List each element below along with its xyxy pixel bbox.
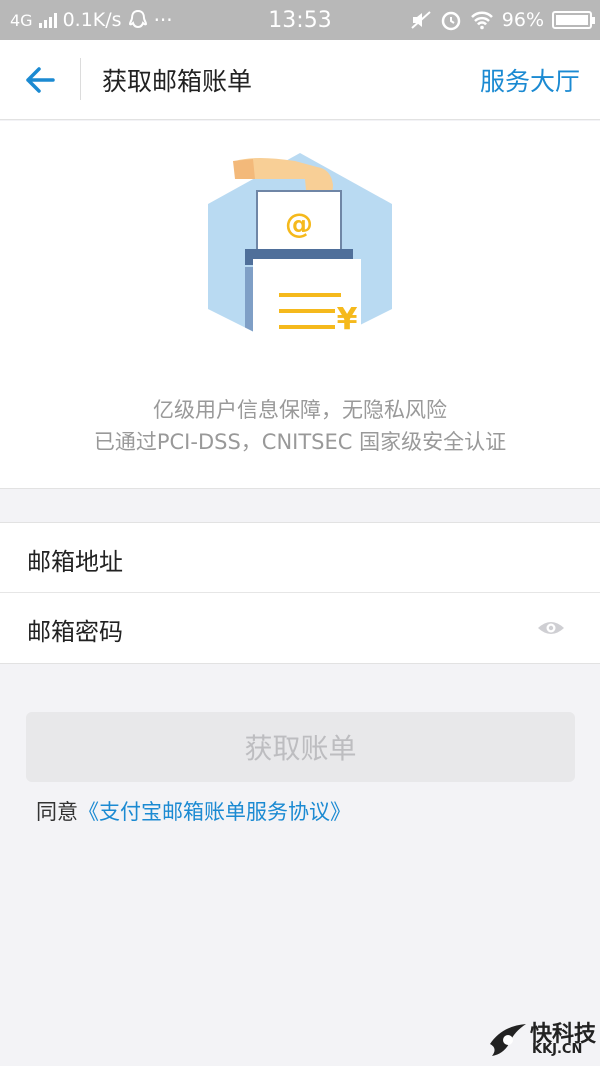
mute-icon [411, 11, 431, 29]
back-arrow-icon [26, 67, 55, 93]
email-row: 邮箱地址 [0, 523, 600, 593]
login-form: 邮箱地址 邮箱密码 [0, 522, 600, 664]
show-password-eye-icon[interactable] [536, 617, 566, 639]
page-title: 获取邮箱账单 [102, 67, 253, 96]
status-bar: 4G 0.1K/s ··· 13:53 96% [0, 0, 600, 40]
security-tagline-1: 亿级用户信息保障，无隐私风险 [153, 398, 447, 422]
svg-text:¥: ¥ [337, 302, 358, 337]
status-right: 96% [410, 0, 595, 40]
password-field[interactable] [180, 605, 520, 651]
watermark: 快科技 KKJ.CN [488, 1016, 598, 1062]
back-button[interactable] [18, 60, 62, 100]
agreement-line: 同意《支付宝邮箱账单服务协议》 [36, 796, 351, 826]
svg-text:@: @ [285, 207, 313, 240]
security-tagline-2: 已通过PCI-DSS，CNITSEC 国家级安全认证 [93, 430, 507, 454]
password-row: 邮箱密码 [0, 593, 600, 663]
hero-section: @ ¥ 亿级用户信息保障，无隐私风险 已通过PCI-DSS，CNITSEC 国家… [0, 121, 600, 489]
agreement-prefix: 同意 [36, 800, 78, 824]
nav-bar: 获取邮箱账单 服务大厅 [0, 40, 600, 120]
email-label: 邮箱地址 [27, 548, 123, 576]
agreement-link[interactable]: 《支付宝邮箱账单服务协议》 [78, 800, 351, 824]
battery-percent: 96% [501, 9, 544, 31]
nav-divider [80, 58, 81, 100]
email-bill-illustration: @ ¥ [208, 153, 392, 356]
get-bill-button[interactable]: 获取账单 [26, 712, 575, 782]
kkj-logo-icon [490, 1024, 526, 1056]
envelope-at-icon: @ [256, 190, 342, 252]
password-label: 邮箱密码 [27, 618, 123, 646]
watermark-domain: KKJ.CN [532, 1042, 583, 1057]
battery-icon [552, 11, 595, 29]
service-hall-link[interactable]: 服务大厅 [480, 62, 580, 98]
email-field[interactable] [180, 535, 520, 581]
alarm-icon [441, 11, 461, 31]
wifi-icon [470, 11, 493, 30]
